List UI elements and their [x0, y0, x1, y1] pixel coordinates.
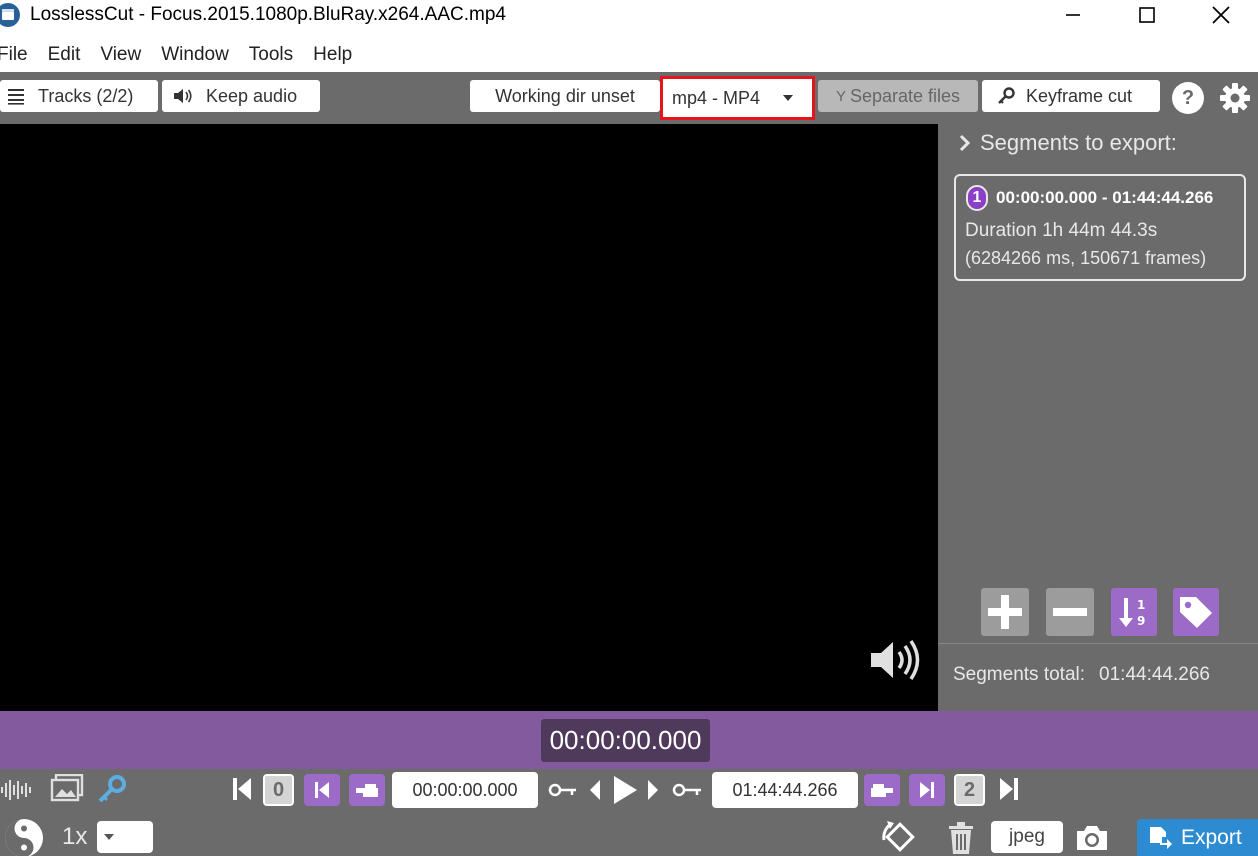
key-right-icon[interactable]	[671, 779, 703, 801]
volume-icon[interactable]	[868, 638, 924, 682]
segment-number: 1	[966, 185, 988, 211]
window-title: LosslessCut - Focus.2015.1080p.BluRay.x2…	[30, 4, 506, 25]
separate-files-label: Separate files	[849, 85, 961, 106]
step-back-icon[interactable]	[588, 777, 602, 803]
format-select[interactable]: mp4 - MP4	[660, 76, 815, 120]
trash-icon[interactable]	[946, 821, 976, 855]
set-end-marker-button[interactable]: 2	[954, 774, 985, 806]
remove-segment-button[interactable]	[1046, 588, 1094, 636]
segments-header[interactable]: Segments to export:	[958, 128, 1177, 158]
jump-to-start-icon[interactable]	[229, 775, 253, 803]
list-icon	[8, 89, 24, 105]
keyframe-cut-label: Keyframe cut	[1026, 85, 1133, 106]
sort-segments-button[interactable]: 1 9	[1111, 588, 1157, 636]
menu-view[interactable]: View	[100, 44, 141, 66]
bottom-controls: 0 00:00:00.000 01:44:44.266 2 1x jpeg Ex…	[0, 769, 1258, 856]
segments-total-label: Segments total:	[953, 664, 1086, 685]
jump-cut-start-icon	[315, 782, 329, 798]
set-cut-end-button[interactable]	[864, 774, 900, 806]
key-icon	[998, 87, 1015, 104]
chevron-right-icon	[959, 134, 971, 152]
cut-end-input[interactable]: 01:44:44.266	[712, 772, 858, 808]
minimize-icon	[1066, 14, 1080, 16]
camera-icon[interactable]	[1074, 822, 1110, 854]
sort-numeric-icon: 1 9	[1119, 598, 1145, 628]
maximize-button[interactable]	[1110, 0, 1184, 30]
segment-item[interactable]: 1 00:00:00.000 - 01:44:44.266 Duration 1…	[954, 174, 1246, 281]
key-left-icon[interactable]	[548, 779, 578, 801]
minimize-button[interactable]	[1036, 0, 1110, 30]
menu-help[interactable]: Help	[313, 44, 352, 66]
capture-format-select[interactable]: jpeg	[991, 821, 1063, 853]
yin-yang-icon[interactable]	[2, 816, 46, 856]
segment-detail: (6284266 ms, 150671 frames)	[965, 248, 1207, 268]
jump-cut-start-button[interactable]	[304, 774, 340, 806]
speaker-icon	[174, 89, 192, 103]
help-icon[interactable]: ?	[1172, 82, 1204, 114]
playback-speed-label: 1x	[62, 823, 88, 850]
menu-window[interactable]: Window	[161, 44, 229, 66]
tracks-label: Tracks (2/2)	[38, 85, 134, 106]
menu-edit[interactable]: Edit	[48, 44, 81, 66]
segment-range: 00:00:00.000 - 01:44:44.266	[996, 188, 1214, 207]
app-icon	[0, 3, 20, 27]
plus-icon	[988, 595, 1022, 629]
cut-start-input[interactable]: 00:00:00.000	[392, 772, 538, 808]
segments-header-label: Segments to export:	[980, 130, 1177, 155]
speed-select[interactable]	[97, 821, 153, 853]
tracks-button[interactable]: Tracks (2/2)	[0, 80, 158, 112]
export-file-icon	[1150, 826, 1172, 849]
divider	[938, 643, 1258, 644]
segments-total: Segments total: 01:44:44.266	[953, 664, 1210, 686]
hand-point-icon	[356, 784, 378, 797]
segments-panel: Segments to export: 1 00:00:00.000 - 01:…	[938, 124, 1258, 711]
keep-audio-label: Keep audio	[206, 85, 298, 106]
top-toolbar: Tracks (2/2) Keep audio Working dir unse…	[0, 72, 1258, 124]
keyframe-cut-button[interactable]: Keyframe cut	[982, 80, 1160, 112]
hand-point-left-icon	[871, 784, 893, 797]
svg-text:1: 1	[1137, 598, 1145, 612]
chevron-down-icon	[104, 834, 114, 840]
title-bar: LosslessCut - Focus.2015.1080p.BluRay.x2…	[0, 0, 1258, 30]
jump-cut-end-button[interactable]	[909, 774, 945, 806]
working-dir-button[interactable]: Working dir unset	[470, 80, 660, 112]
thumbnails-icon[interactable]	[50, 774, 84, 804]
step-forward-icon[interactable]	[646, 777, 660, 803]
svg-text:9: 9	[1137, 614, 1145, 628]
jump-cut-end-icon	[920, 782, 934, 798]
rotate-icon[interactable]	[881, 818, 921, 856]
tag-segment-button[interactable]	[1173, 588, 1219, 636]
format-value: mp4 - MP4	[672, 87, 761, 108]
video-player[interactable]	[0, 124, 938, 711]
menu-file[interactable]: File	[0, 44, 28, 66]
segments-total-value: 01:44:44.266	[1099, 664, 1210, 685]
close-button[interactable]	[1184, 0, 1258, 30]
separate-files-button[interactable]: Y Separate files	[818, 80, 978, 112]
chevron-down-icon	[783, 95, 793, 101]
menu-tools[interactable]: Tools	[249, 44, 293, 66]
export-label: Export	[1181, 825, 1242, 849]
keyframes-key-icon[interactable]	[96, 774, 128, 804]
keep-audio-button[interactable]: Keep audio	[162, 80, 320, 112]
minus-icon	[1053, 608, 1087, 616]
settings-gear-icon[interactable]	[1218, 81, 1252, 115]
menu-bar: File Edit View Window Tools Help	[0, 40, 372, 70]
maximize-icon	[1139, 7, 1155, 23]
jump-to-end-icon[interactable]	[998, 775, 1022, 803]
set-start-marker-button[interactable]: 0	[263, 774, 294, 806]
play-icon[interactable]	[610, 773, 640, 807]
set-cut-start-button[interactable]	[349, 774, 385, 806]
fork-icon: Y	[835, 87, 846, 105]
tag-icon	[1180, 597, 1212, 628]
close-icon	[1212, 6, 1230, 24]
timeline[interactable]: 00:00:00.000	[0, 711, 1258, 769]
current-time-display: 00:00:00.000	[541, 719, 710, 762]
export-button[interactable]: Export	[1137, 819, 1258, 856]
segment-duration: Duration 1h 44m 44.3s	[965, 220, 1158, 241]
waveform-icon[interactable]	[0, 776, 36, 804]
working-dir-label: Working dir unset	[495, 85, 635, 106]
add-segment-button[interactable]	[981, 588, 1029, 636]
